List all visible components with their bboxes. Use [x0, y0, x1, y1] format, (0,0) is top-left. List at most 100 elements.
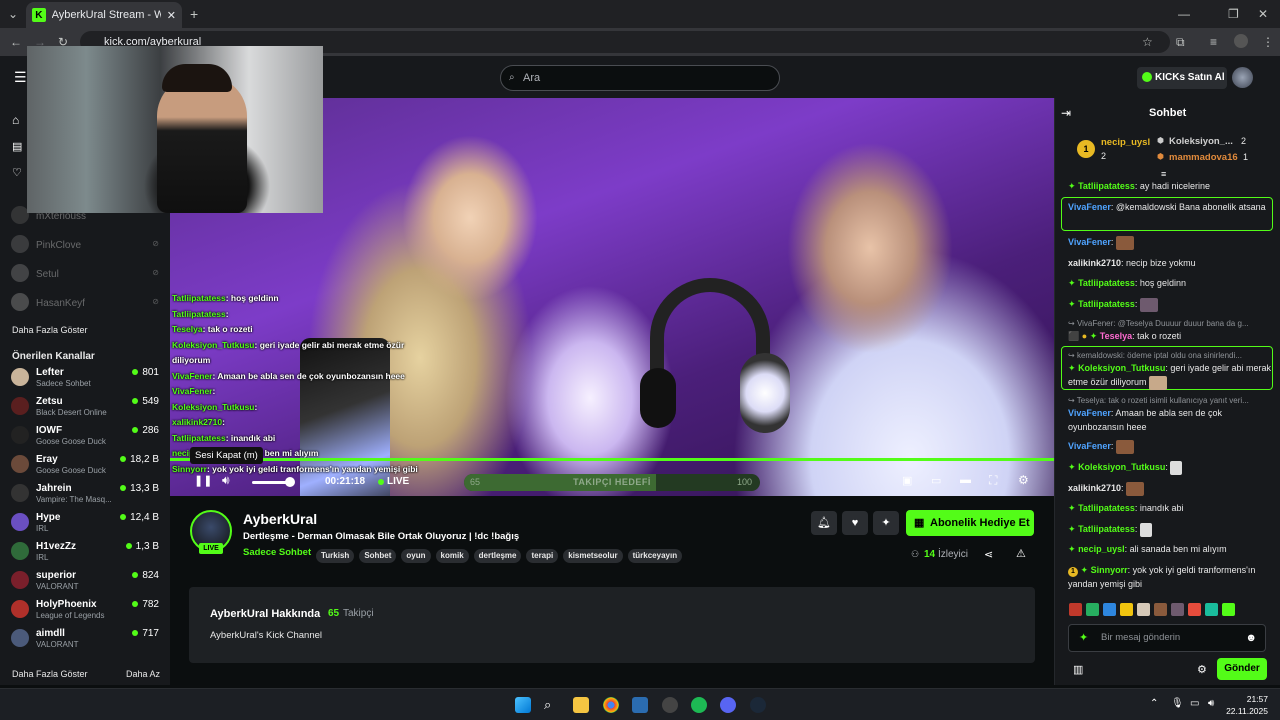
github-icon[interactable]	[662, 697, 678, 713]
stream-tag[interactable]: kismetseolur	[563, 549, 623, 563]
channel-name-heading[interactable]: AyberkUral	[243, 511, 317, 527]
chrome-browser-icon[interactable]	[603, 697, 619, 713]
theater-mode-icon[interactable]: ▬	[960, 474, 971, 486]
steam-icon[interactable]	[750, 697, 766, 713]
channel-name: Eray	[36, 454, 58, 465]
recommended-channel[interactable]: Eray Goose Goose Duck 18,2 B	[0, 451, 170, 480]
chat-settings-icon[interactable]: ⚙	[1197, 663, 1207, 676]
recommended-channel[interactable]: H1vezZz IRL 1,3 B	[0, 538, 170, 567]
profile-icon[interactable]	[1234, 34, 1248, 48]
browser-tab[interactable]: K AyberkUral Stream - Watch ✕	[26, 2, 182, 28]
live-indicator[interactable]: LIVE	[387, 476, 409, 487]
recommended-channel[interactable]: Hype IRL 12,4 B	[0, 509, 170, 538]
emoji-picker-icon[interactable]: ☻	[1245, 625, 1257, 651]
gifter-3-name[interactable]: mammadova16	[1169, 152, 1238, 163]
reading-list-icon[interactable]: ≡	[1210, 36, 1217, 48]
recommended-channel[interactable]: aimdll VALORANT 717	[0, 625, 170, 654]
store-icon[interactable]: ▥	[1073, 663, 1083, 676]
close-tab-icon[interactable]: ✕	[167, 9, 176, 22]
share-icon[interactable]: ⋖	[984, 548, 993, 561]
collapse-chat-icon[interactable]: ⇥	[1061, 106, 1071, 120]
microphone-tray-icon[interactable]: 🎙︎	[1171, 698, 1184, 709]
picture-in-picture-icon[interactable]: ▣	[902, 474, 912, 487]
offline-channel[interactable]: Setul ⊘	[0, 260, 170, 289]
clip-icon[interactable]: ▭	[931, 474, 941, 487]
volume-icon[interactable]: 🔊︎	[222, 473, 230, 488]
show-less-link[interactable]: Daha Az	[126, 669, 160, 679]
recommended-channel[interactable]: Lefter Sadece Sohbet 801	[0, 364, 170, 393]
report-warning-icon[interactable]: ⚠	[1016, 547, 1026, 560]
maximize-icon[interactable]: ❐	[1228, 8, 1239, 20]
network-tray-icon[interactable]: ▭	[1190, 698, 1199, 709]
expand-gifters-icon[interactable]: ≡	[1161, 169, 1166, 179]
channel-name: PinkClove	[36, 240, 82, 251]
clock-time: 21:57	[1246, 694, 1268, 704]
system-clock[interactable]: 21:57 22.11.2025	[1226, 693, 1268, 717]
stream-category-link[interactable]: Sadece Sohbet	[243, 547, 311, 558]
gifter-2-name[interactable]: Koleksiyon_...	[1169, 136, 1233, 147]
stream-tag[interactable]: komik	[435, 549, 469, 563]
emote-picker-strip[interactable]	[1069, 603, 1269, 617]
live-dot-icon	[378, 479, 384, 485]
stream-tag[interactable]: dertleşme	[473, 549, 522, 563]
search-input[interactable]: ⌕ Ara	[500, 65, 780, 91]
notifications-bell-button[interactable]: 🔔︎	[811, 511, 837, 535]
fullscreen-icon[interactable]: ⛶	[989, 473, 997, 488]
channel-viewer-count: 18,2 B	[120, 454, 159, 465]
hamburger-menu-icon[interactable]: ☰	[14, 70, 27, 84]
extensions-icon[interactable]: ⧉	[1176, 36, 1185, 48]
channel-viewer-count: 549	[132, 396, 159, 407]
gift-subscription-button[interactable]: ▦ Abonelik Hediye Et	[906, 510, 1034, 536]
new-tab-icon[interactable]: +	[190, 7, 198, 21]
start-menu-icon[interactable]	[515, 697, 531, 713]
offline-channel[interactable]: HasanKeyf ⊘	[0, 289, 170, 318]
show-more-following-link[interactable]: Daha Fazla Göster	[12, 325, 88, 335]
stream-tag[interactable]: Turkish	[316, 549, 355, 563]
tray-overflow-icon[interactable]: ⌃	[1150, 698, 1158, 709]
playback-progress-bar[interactable]	[170, 458, 1054, 461]
send-chat-button[interactable]: Gönder	[1217, 658, 1267, 680]
back-icon[interactable]: ←	[10, 36, 22, 48]
sparkle-button[interactable]: ✦	[873, 511, 899, 535]
headphone-cup-right	[740, 353, 790, 433]
following-heart-icon[interactable]: ♡	[12, 168, 22, 179]
minimize-icon[interactable]: —	[1178, 8, 1190, 20]
follower-goal-bar: TAKIPÇI HEDEFİ 65 100	[464, 474, 760, 491]
stream-tag[interactable]: türkceyayın	[627, 549, 683, 563]
taskbar-search-icon[interactable]: ⌕	[544, 697, 560, 713]
follow-heart-button[interactable]: ♥	[842, 511, 868, 535]
close-window-icon[interactable]: ✕	[1258, 8, 1268, 20]
user-avatar[interactable]	[1232, 67, 1253, 88]
spotify-icon[interactable]	[691, 697, 707, 713]
bookmark-star-icon[interactable]: ☆	[1142, 36, 1153, 48]
channel-avatar	[11, 513, 29, 531]
home-icon[interactable]: ⌂	[12, 114, 19, 126]
chat-message-input[interactable]: ✦ Bir mesaj gönderin ☻	[1068, 624, 1266, 652]
discord-icon[interactable]	[720, 697, 736, 713]
tab-title: AyberkUral Stream - Watch	[51, 9, 161, 21]
stream-tag[interactable]: terapi	[526, 549, 559, 563]
settings-gear-icon[interactable]: ⚙	[1018, 473, 1029, 487]
show-more-recommended-link[interactable]: Daha Fazla Göster	[12, 669, 88, 679]
tab-list-icon[interactable]: ⌄	[8, 8, 18, 20]
volume-slider-handle[interactable]	[285, 477, 295, 487]
buy-kicks-button[interactable]: KICKs Satın Al	[1137, 67, 1227, 89]
pause-icon[interactable]: ❚❚	[194, 474, 212, 487]
recommended-channel[interactable]: Zetsu Black Desert Online 549	[0, 393, 170, 422]
top-gifter-name[interactable]: necip_uysl	[1101, 137, 1150, 148]
offline-channel[interactable]: PinkClove ⊘	[0, 231, 170, 260]
browse-icon[interactable]: ▤	[12, 142, 22, 153]
recommended-channel[interactable]: superior VALORANT 824	[0, 567, 170, 596]
channel-avatar	[11, 264, 29, 282]
stream-uptime: 00:21:18	[325, 476, 366, 487]
streamer-hair	[162, 64, 232, 92]
photos-icon[interactable]	[632, 697, 648, 713]
recommended-channel[interactable]: IOWF Goose Goose Duck 286	[0, 422, 170, 451]
volume-tray-icon[interactable]: 🔊︎	[1208, 698, 1214, 709]
recommended-channel[interactable]: HolyPhoenix League of Legends 782	[0, 596, 170, 625]
file-explorer-icon[interactable]	[573, 697, 589, 713]
stream-tag[interactable]: Sohbet	[359, 549, 397, 563]
more-menu-icon[interactable]: ⋮	[1262, 36, 1274, 48]
recommended-channel[interactable]: Jahrein Vampire: The Masq... 13,3 B	[0, 480, 170, 509]
stream-tag[interactable]: oyun	[401, 549, 431, 563]
